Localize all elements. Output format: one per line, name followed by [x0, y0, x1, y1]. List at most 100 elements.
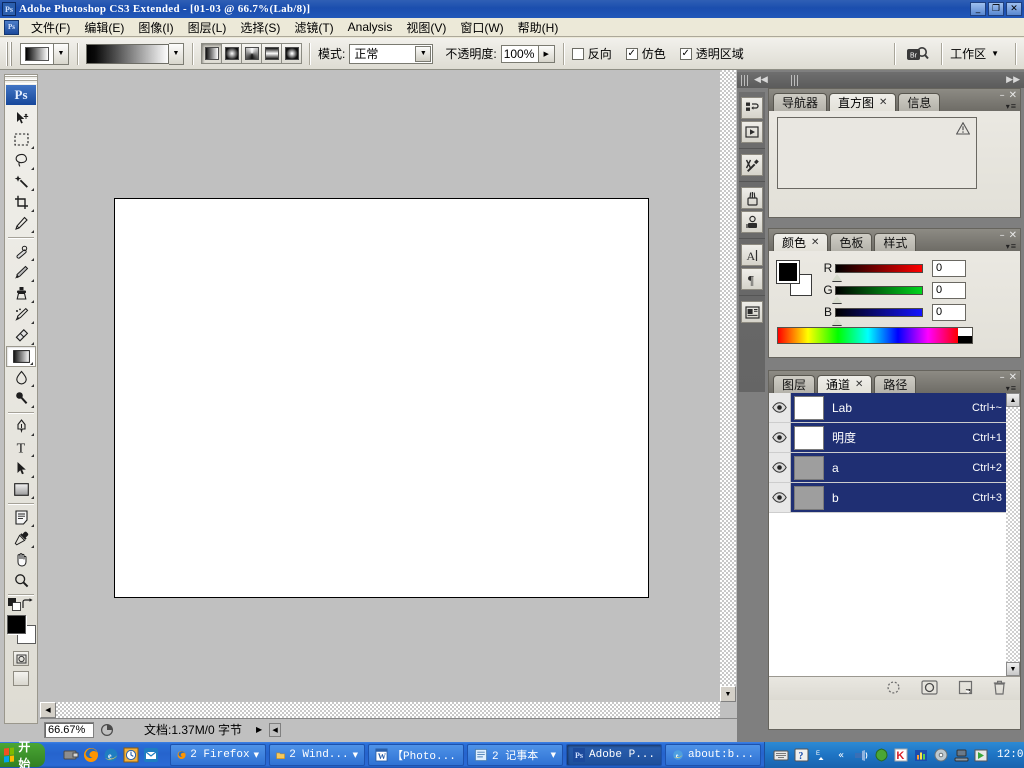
minimize-icon[interactable]: – [1000, 90, 1005, 101]
dither-checkbox[interactable]: ✓ 仿色 [625, 45, 666, 62]
channel-thumbnail[interactable] [794, 485, 824, 510]
linear-gradient-button[interactable] [201, 43, 222, 64]
standard-screen-mode-button[interactable] [13, 671, 29, 686]
go-to-bridge-button[interactable]: Br [903, 43, 933, 65]
outlook-icon[interactable] [142, 747, 159, 764]
color-ramp[interactable] [777, 327, 973, 344]
brush-tool[interactable] [6, 262, 36, 283]
menu-edit[interactable]: 编辑(E) [77, 17, 131, 38]
table-row[interactable]: a Ctrl+2 [769, 453, 1020, 483]
gradient-preview[interactable] [86, 43, 169, 64]
close-icon[interactable]: ✕ [1009, 372, 1017, 383]
volume-icon[interactable] [853, 747, 869, 763]
transparency-checkbox[interactable]: ✓ 透明区域 [679, 45, 744, 62]
color-ramp-blackwhite[interactable] [958, 328, 972, 343]
table-row[interactable]: Lab Ctrl+~ [769, 393, 1020, 423]
firefox-icon[interactable] [82, 747, 99, 764]
menu-analysis[interactable]: Analysis [341, 18, 400, 36]
taskbar-item-notepad[interactable]: 2 记事本 ▼ [467, 744, 564, 766]
disc-icon[interactable] [933, 747, 949, 763]
expand-dock-icon[interactable]: ▶▶ [1006, 75, 1020, 85]
menu-view[interactable]: 视图(V) [399, 17, 453, 38]
taskbar-item-word[interactable]: W 【Photo... [368, 744, 465, 766]
channel-visibility-eye-icon[interactable] [769, 393, 791, 422]
tab-paths[interactable]: 路径 [874, 375, 917, 393]
minimize-icon[interactable]: – [1000, 372, 1005, 383]
color-ramp-spectrum[interactable] [778, 328, 958, 343]
options-bar-grip[interactable] [6, 41, 14, 66]
dock-grip-right[interactable] [790, 74, 799, 86]
gradient-tool[interactable] [6, 346, 36, 367]
blur-tool[interactable] [6, 367, 36, 388]
channel-thumbnail[interactable] [794, 425, 824, 450]
close-button[interactable]: ✕ [1006, 2, 1022, 16]
angle-gradient-button[interactable] [241, 43, 262, 64]
tab-navigator[interactable]: 导航器 [773, 93, 828, 111]
tab-swatches[interactable]: 色板 [830, 233, 873, 251]
status-bar-extra-button[interactable]: ◀ [269, 722, 282, 737]
character-panel-icon[interactable]: A [741, 244, 763, 266]
foreground-color-swatch[interactable] [7, 615, 26, 634]
healing-brush-tool[interactable] [6, 241, 36, 262]
load-channel-as-selection-button[interactable] [886, 680, 901, 698]
opacity-dropdown-arrow[interactable]: ▶ [538, 44, 555, 63]
color-swatches[interactable] [6, 615, 36, 645]
media-icon[interactable] [973, 747, 989, 763]
scroll-down-button[interactable]: ▼ [1006, 662, 1020, 676]
hand-tool[interactable] [6, 549, 36, 570]
tab-styles[interactable]: 样式 [874, 233, 917, 251]
maximize-button[interactable]: ❐ [988, 2, 1004, 16]
eraser-tool[interactable] [6, 325, 36, 346]
shield-icon[interactable] [873, 747, 889, 763]
type-tool[interactable]: T [6, 437, 36, 458]
show-hidden-icons-chevron[interactable]: « [833, 747, 849, 763]
reflected-gradient-button[interactable] [261, 43, 282, 64]
tools-palette-grip[interactable] [5, 75, 37, 84]
gradient-picker-arrow[interactable]: ▼ [169, 42, 184, 65]
histogram-panel-menu-button[interactable]: ▾ ≡ [1006, 101, 1016, 111]
minimize-button[interactable]: _ [970, 2, 986, 16]
green-slider[interactable] [832, 285, 923, 303]
document-menu-icon[interactable]: Ps [4, 19, 19, 35]
eyedropper-tool[interactable] [6, 528, 36, 549]
dock-header[interactable]: ◀◀ ▶▶ [737, 72, 1024, 88]
chevron-down-icon[interactable]: ▼ [551, 751, 556, 759]
tab-channels[interactable]: 通道 ✕ [817, 375, 873, 393]
brushes-panel-icon[interactable] [741, 187, 763, 209]
blue-value-input[interactable]: 0 [932, 303, 966, 321]
pen-tool[interactable] [6, 416, 36, 437]
canvas-vertical-scrollbar[interactable]: ▼ [720, 70, 736, 702]
start-button[interactable]: 开始 [0, 740, 46, 768]
channel-visibility-eye-icon[interactable] [769, 453, 791, 482]
ime-icon[interactable]: E [813, 747, 829, 763]
taskbar-item-firefox[interactable]: 2 Firefox ▼ [170, 744, 267, 766]
tool-preset-picker[interactable] [20, 42, 54, 65]
clone-source-panel-icon[interactable] [741, 211, 763, 233]
monitor-stats-icon[interactable] [913, 747, 929, 763]
menu-layer[interactable]: 图层(L) [181, 17, 234, 38]
delete-channel-button[interactable] [993, 680, 1006, 698]
shape-tool[interactable] [6, 479, 36, 500]
help-icon[interactable]: ? [793, 747, 809, 763]
channels-panel-menu-button[interactable]: ▾ ≡ [1006, 383, 1016, 393]
workspace-button[interactable]: 工作区 ▼ [950, 45, 1007, 62]
magic-wand-tool[interactable] [6, 171, 36, 192]
green-value-input[interactable]: 0 [932, 281, 966, 299]
histogram-graph[interactable] [777, 117, 977, 189]
menu-help[interactable]: 帮助(H) [511, 17, 566, 38]
slice-tool[interactable] [6, 213, 36, 234]
close-icon[interactable]: ✕ [1009, 230, 1017, 241]
network-icon[interactable] [953, 747, 969, 763]
scroll-left-button[interactable]: ◀ [40, 702, 56, 718]
menu-image[interactable]: 图像(I) [131, 17, 180, 38]
red-value-input[interactable]: 0 [932, 259, 966, 277]
channel-thumbnail[interactable] [794, 395, 824, 420]
lasso-tool[interactable] [6, 150, 36, 171]
scroll-up-button[interactable]: ▲ [1006, 393, 1020, 407]
keyboard-layout-icon[interactable] [773, 747, 789, 763]
history-panel-icon[interactable] [741, 97, 763, 119]
panel-foreground-color-swatch[interactable] [776, 260, 800, 284]
status-bar-menu-arrow[interactable]: ▶ [252, 722, 266, 738]
table-row[interactable]: b Ctrl+3 [769, 483, 1020, 513]
chevron-down-icon[interactable]: ▼ [353, 751, 358, 759]
